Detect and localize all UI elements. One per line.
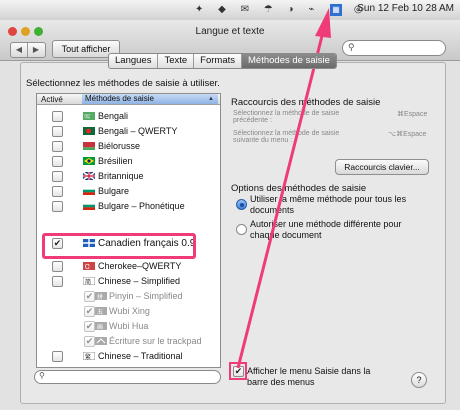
tab-formats[interactable]: Formats (194, 54, 243, 68)
tab-bar: Langues Texte Formats Méthodes de saisie (108, 53, 337, 69)
tab-texte[interactable]: Texte (158, 54, 195, 68)
tab-langues[interactable]: Langues (109, 54, 159, 68)
arrow-head (315, 8, 331, 38)
arrow-shaft (236, 35, 324, 369)
tab-methodes-de-saisie[interactable]: Méthodes de saisie (242, 54, 336, 68)
